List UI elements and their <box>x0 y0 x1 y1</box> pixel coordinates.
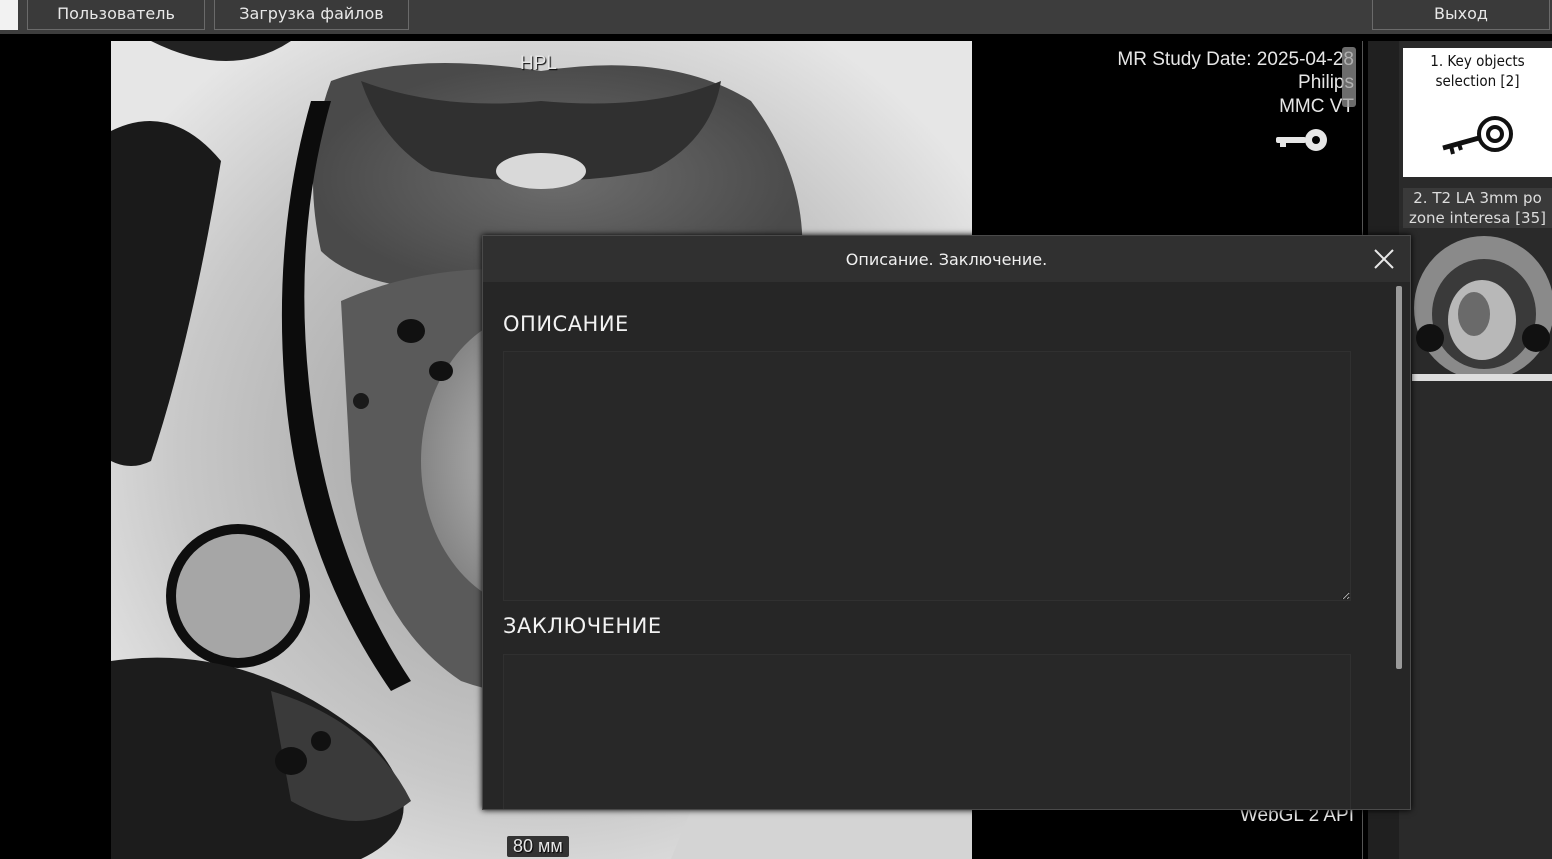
series-item-label[interactable]: 2. T2 LA 3mm po zone interesa [35] <box>1403 188 1552 228</box>
scale-label: 80 мм <box>507 836 569 857</box>
left-tab-edge[interactable] <box>0 0 18 30</box>
dialog-title: Описание. Заключение. <box>845 250 1048 269</box>
description-textarea[interactable] <box>503 351 1351 601</box>
study-date-label: MR Study Date: 2025-04-28 <box>1117 49 1354 70</box>
report-dialog: Описание. Заключение. ОПИСАНИЕ ЗАКЛЮЧЕНИ… <box>482 235 1411 810</box>
orientation-label: HPL <box>520 53 557 74</box>
close-icon[interactable] <box>1372 247 1396 271</box>
upload-files-button[interactable]: Загрузка файлов <box>214 0 409 30</box>
key-icon <box>1442 116 1513 155</box>
dialog-scrollbar[interactable] <box>1396 286 1402 669</box>
conclusion-heading: ЗАКЛЮЧЕНИЕ <box>503 614 662 638</box>
series-thumbnail[interactable] <box>1412 234 1552 381</box>
top-toolbar: Пользователь Загрузка файлов Выход <box>0 0 1552 34</box>
dialog-body[interactable]: ОПИСАНИЕ ЗАКЛЮЧЕНИЕ <box>483 282 1410 809</box>
exit-button[interactable]: Выход <box>1372 0 1550 30</box>
series-item-label: 1. Key objects selection [2] <box>1430 52 1525 90</box>
series-item-key-objects[interactable]: 1. Key objects selection [2] <box>1403 48 1552 177</box>
description-heading: ОПИСАНИЕ <box>503 312 629 336</box>
dialog-header: Описание. Заключение. <box>483 236 1410 282</box>
conclusion-textarea[interactable] <box>503 654 1351 809</box>
viewer-scrollbar[interactable] <box>1342 47 1356 107</box>
key-icon[interactable] <box>1272 127 1332 153</box>
user-button[interactable]: Пользователь <box>27 0 205 30</box>
